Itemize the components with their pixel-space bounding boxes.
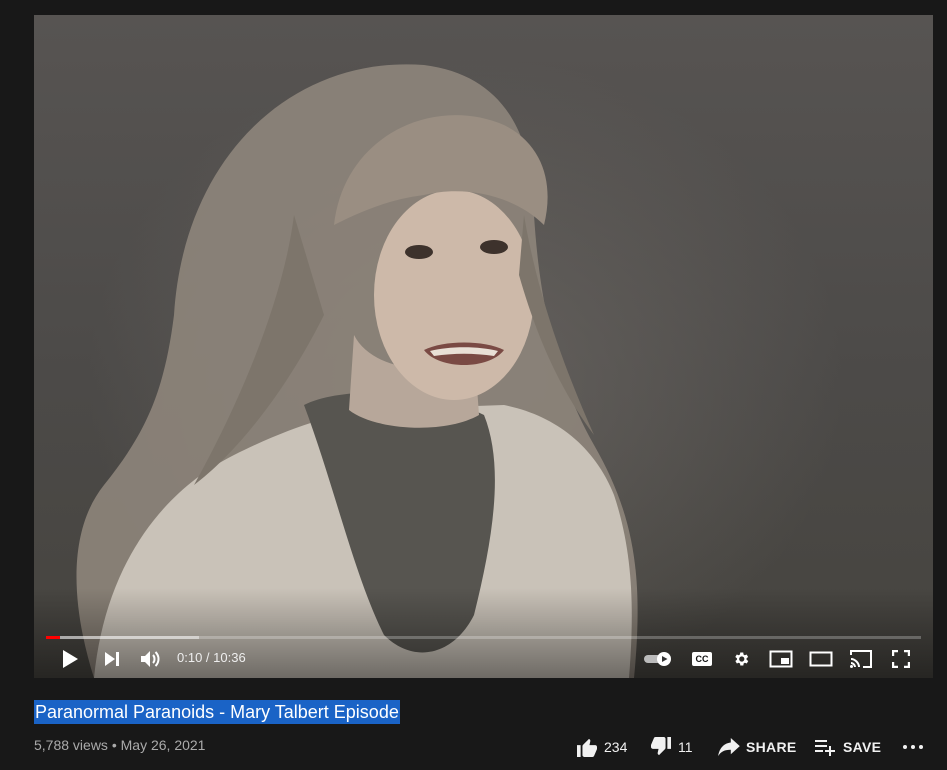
video-meta: 5,788 views • May 26, 2021 [34,737,205,753]
next-icon [105,652,119,666]
next-button[interactable] [100,647,124,671]
video-player[interactable]: 0:10 / 10:36 CC [34,15,933,678]
fullscreen-button[interactable] [890,649,912,669]
miniplayer-icon [769,650,793,668]
save-label: SAVE [843,739,882,755]
more-actions-button[interactable] [902,735,924,759]
volume-button[interactable] [138,647,164,671]
theater-icon [809,651,833,667]
share-icon [718,738,740,756]
autoplay-toggle[interactable] [643,649,673,669]
autoplay-toggle-icon [644,652,671,666]
time-display: 0:10 / 10:36 [177,650,246,665]
play-icon [63,650,78,668]
like-count: 234 [604,739,628,755]
volume-icon [141,651,160,667]
settings-button[interactable] [731,649,751,669]
meta-separator: • [111,737,117,753]
cc-button[interactable]: CC [691,649,713,669]
progress-played [46,636,60,639]
save-button[interactable]: SAVE [815,735,881,759]
playlist-add-icon [815,740,835,756]
video-title[interactable]: Paranormal Paranoids - Mary Talbert Epis… [34,700,400,724]
progress-bar[interactable] [46,636,921,639]
video-frame[interactable] [34,15,933,678]
progress-loaded [46,636,200,639]
dislike-count: 11 [678,739,693,755]
like-button[interactable]: 234 [576,735,627,759]
theater-mode-button[interactable] [808,649,834,669]
share-label: SHARE [746,739,797,755]
gear-icon [735,652,749,666]
cc-icon: CC [692,652,712,666]
miniplayer-button[interactable] [768,649,794,669]
upload-date: May 26, 2021 [120,737,206,753]
share-button[interactable]: SHARE [718,735,797,759]
view-count: 5,788 views [34,737,108,753]
cast-icon [850,650,872,668]
dislike-button[interactable]: 11 [650,735,693,759]
fullscreen-icon [892,650,910,668]
thumbs-down-icon [651,737,671,756]
more-icon [903,745,923,749]
thumbs-up-icon [577,738,597,757]
video-still-image [76,64,638,678]
cast-button[interactable] [848,649,874,669]
watch-page: 0:10 / 10:36 CC Paranormal Paranoids - M… [0,0,947,770]
controls-gradient [34,588,933,678]
play-button[interactable] [58,647,82,671]
